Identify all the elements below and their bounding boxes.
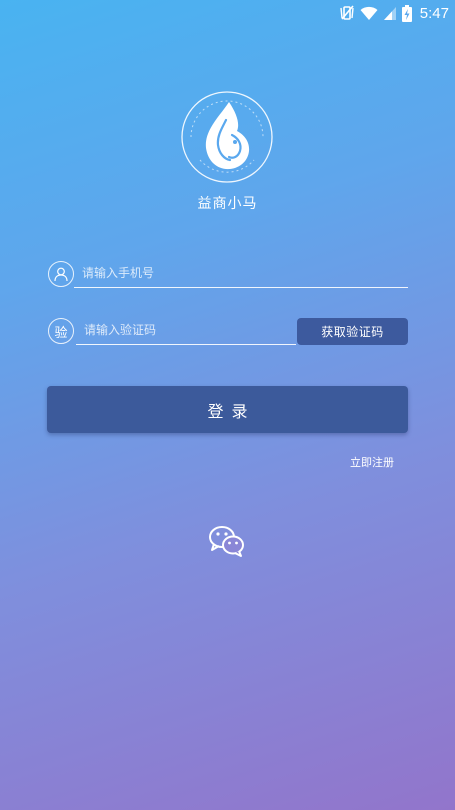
vibrate-off-icon (339, 5, 355, 21)
user-icon (48, 261, 74, 287)
wechat-icon (208, 524, 246, 558)
get-code-button[interactable]: 获取验证码 (297, 318, 408, 345)
verify-code-input[interactable] (76, 319, 296, 345)
wechat-login-button[interactable] (208, 524, 246, 558)
status-icons: 5:47 (339, 3, 449, 23)
login-screen: 5:47 益商小马 验 获取验证码 登录 立即注册 (0, 0, 455, 810)
verify-code-icon: 验 (48, 318, 74, 344)
status-time: 5:47 (419, 4, 449, 22)
phone-input[interactable] (74, 262, 408, 288)
register-link[interactable]: 立即注册 (350, 454, 394, 470)
signal-icon (383, 5, 397, 21)
app-name: 益商小马 (197, 196, 258, 212)
battery-charging-icon (401, 4, 412, 22)
login-button[interactable]: 登录 (47, 386, 408, 433)
wifi-icon (360, 5, 378, 21)
status-bar: 5:47 (0, 0, 455, 26)
app-logo (180, 90, 274, 184)
